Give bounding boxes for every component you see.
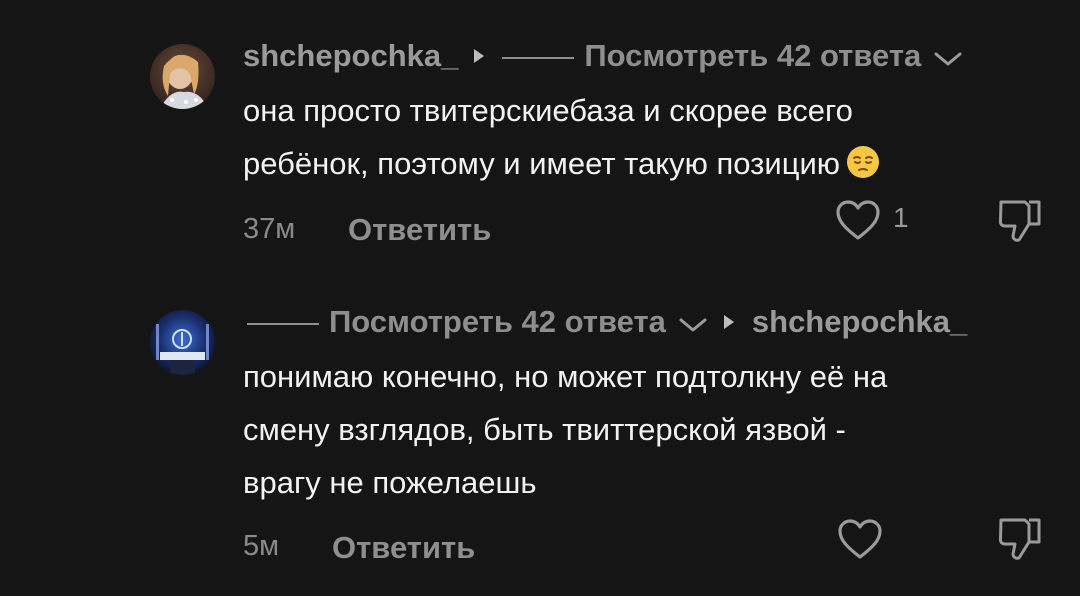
avatar[interactable] bbox=[150, 44, 215, 109]
heart-icon[interactable] bbox=[835, 199, 881, 241]
reply-button[interactable]: Ответить bbox=[332, 530, 475, 566]
comment-text-line-content: ребёнок, поэтому и имеет такую позицию bbox=[243, 146, 841, 181]
comment-1: shchepochka_ Посмотреть 42 ответа она пр… bbox=[0, 0, 1080, 290]
reply-arrow-icon bbox=[723, 315, 734, 329]
comment-time: 5м bbox=[243, 530, 280, 562]
avatar[interactable] bbox=[150, 310, 215, 375]
comment-2: Посмотреть 42 ответа shchepochka_ понима… bbox=[0, 290, 1080, 596]
comment-text-line: понимаю конечно, но может подтолкну её н… bbox=[243, 359, 888, 394]
username[interactable]: shchepochka_ bbox=[243, 38, 458, 74]
avatar-image bbox=[150, 310, 215, 375]
heart-icon[interactable] bbox=[837, 518, 883, 560]
replies-divider bbox=[247, 323, 319, 325]
view-replies-link[interactable]: Посмотреть 42 ответа bbox=[584, 38, 921, 74]
reply-to-username[interactable]: shchepochka_ bbox=[752, 304, 967, 340]
comment-text-line: она просто твитерскиебаза и скорее всего bbox=[243, 93, 853, 128]
comment-text: понимаю конечно, но может подтолкну её н… bbox=[243, 350, 1043, 509]
replies-divider bbox=[502, 57, 575, 59]
reply-button[interactable]: Ответить bbox=[348, 212, 491, 248]
comment-text: она просто твитерскиебаза и скорее всего… bbox=[243, 84, 1043, 190]
view-replies-link[interactable]: Посмотреть 42 ответа bbox=[329, 304, 666, 340]
like-count: 1 bbox=[893, 202, 909, 233]
reply-arrow-icon bbox=[474, 49, 485, 63]
comment-text-line: ребёнок, поэтому и имеет такую позицию bbox=[243, 137, 1043, 190]
comment-header: Посмотреть 42 ответа shchepochka_ bbox=[247, 304, 967, 340]
comment-text-line: врагу не пожелаешь bbox=[243, 465, 537, 500]
chevron-down-icon[interactable] bbox=[933, 51, 963, 67]
dislike-icon[interactable] bbox=[997, 196, 1043, 244]
comments-screen: { "comments": [ { "username": "shchepoch… bbox=[0, 0, 1080, 596]
comment-header: shchepochka_ Посмотреть 42 ответа bbox=[243, 38, 963, 74]
comment-time: 37м bbox=[243, 213, 296, 245]
dislike-icon[interactable] bbox=[997, 514, 1043, 562]
pensive-face-icon bbox=[847, 146, 880, 178]
comment-text-line: смену взглядов, быть твиттерской язвой - bbox=[243, 412, 846, 447]
chevron-down-icon[interactable] bbox=[678, 317, 708, 333]
avatar-image bbox=[150, 44, 215, 109]
